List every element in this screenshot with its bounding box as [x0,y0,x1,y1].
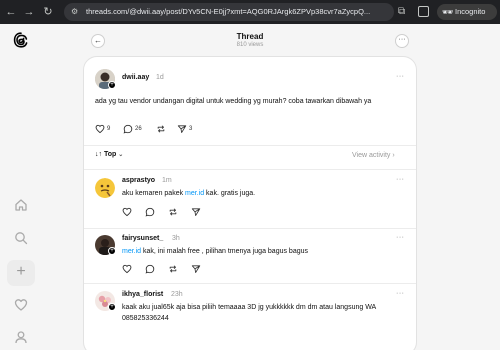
reply-text-post: kak, ini malah free , pilihan tmenya jug… [141,248,308,255]
reply-more-icon[interactable]: ··· [396,176,405,183]
heart-icon [95,124,105,134]
view-activity-label: View activity [352,152,391,159]
heart-icon[interactable] [122,207,132,217]
reply-time: 3h [172,235,180,242]
arrow-left-icon: ← [94,36,102,45]
chevron-down-icon: ⌄ [118,152,124,158]
avatar[interactable] [95,178,115,198]
back-arrow-icon[interactable]: ← [4,5,18,19]
incognito-label: Incognito [455,7,486,16]
mention-link[interactable]: mer.id [122,248,141,255]
comment-icon [123,124,133,134]
side-panel-icon[interactable] [418,6,429,17]
reply-text-pre: aku kemaren pakek [122,190,186,197]
profile-icon[interactable] [14,330,28,344]
reply-more-icon[interactable]: ··· [396,290,405,297]
extensions-icon[interactable]: ⧉ [398,5,410,19]
create-post-button[interactable]: + [7,260,35,286]
page-title: Thread [236,32,264,41]
repost-icon[interactable] [168,264,178,274]
repost-icon [157,125,165,133]
follow-plus-icon[interactable]: + [108,303,116,311]
reply-username[interactable]: fairysunset_ [122,235,163,242]
browser-toolbar: ← → ↻ ⚙ threads.com/@dwii.aay/post/DYv5C… [0,0,500,24]
avatar-emoji-icon [95,178,115,198]
forward-arrow-icon[interactable]: → [22,5,36,19]
sort-label: Top [103,151,117,158]
site-settings-icon[interactable]: ⚙ [71,3,78,21]
reload-icon[interactable]: ↻ [41,5,55,19]
divider [84,169,416,170]
reply-text: kaak aku jual65k aja bisa piliih temaaaa… [122,304,376,322]
send-icon [177,125,187,133]
view-count: 810 views [236,42,264,48]
home-icon[interactable] [14,198,28,212]
send-icon[interactable] [191,207,201,217]
address-bar[interactable]: ⚙ threads.com/@dwii.aay/post/DYv5CN-E0jj… [64,3,394,21]
chevron-right-icon: › [392,152,395,159]
more-dots-icon: ··· [398,36,406,43]
sort-dropdown[interactable]: ↓↑ Top ⌄ [95,151,123,158]
repost-icon[interactable] [168,207,178,217]
like-count: 9 [107,126,111,132]
reply-time: 1m [162,177,172,184]
activity-heart-icon[interactable] [14,298,28,312]
heart-icon[interactable] [122,264,132,274]
share-count: 3 [189,126,193,132]
threads-logo-icon[interactable] [13,32,29,48]
mention-link[interactable]: mer.id [185,190,204,197]
sort-icon: ↓↑ [95,151,102,158]
reply-text: mer.id kak, ini malah free , pilihan tme… [122,246,407,257]
reply-text: aku kemaren pakek mer.id kak. gratis jug… [122,188,402,199]
url-text: threads.com/@dwii.aay/post/DYv5CN-E0jj?x… [86,7,371,16]
follow-plus-icon[interactable]: + [108,81,116,89]
reply-text-post: kak. gratis juga. [204,190,256,197]
comment-icon[interactable] [145,207,155,217]
send-icon[interactable] [191,264,201,274]
post-more-icon[interactable]: ··· [396,73,405,80]
follow-plus-icon[interactable]: + [108,247,116,255]
post-username[interactable]: dwii.aay [122,74,149,81]
reply-time: 23h [171,291,183,298]
comment-count: 26 [135,126,142,132]
thread-options-button[interactable]: ··· [395,34,409,48]
thread-card: + dwii.aay 1d ··· ada yg tau vendor unda… [83,56,417,350]
search-icon[interactable] [14,231,28,245]
reply-more-icon[interactable]: ··· [396,234,405,241]
divider [84,145,416,146]
post-time: 1d [156,74,164,81]
divider [84,283,416,284]
comment-icon[interactable] [145,264,155,274]
back-button[interactable]: ← [91,34,105,48]
plus-icon: + [16,263,26,280]
incognito-badge[interactable]: 🕶 Incognito [437,4,497,20]
incognito-icon: 🕶 [442,7,454,17]
post-actions: 9 26 3 [95,124,295,134]
reply-actions [122,264,222,274]
reply-actions [122,207,222,217]
divider [84,228,416,229]
view-activity-link[interactable]: View activity › [352,152,395,159]
left-nav-rail: + [0,24,44,350]
reply-username[interactable]: ikhya_florist [122,291,163,298]
reply-username[interactable]: asprastyo [122,177,155,184]
post-text: ada yg tau vendor undangan digital untuk… [95,98,372,105]
